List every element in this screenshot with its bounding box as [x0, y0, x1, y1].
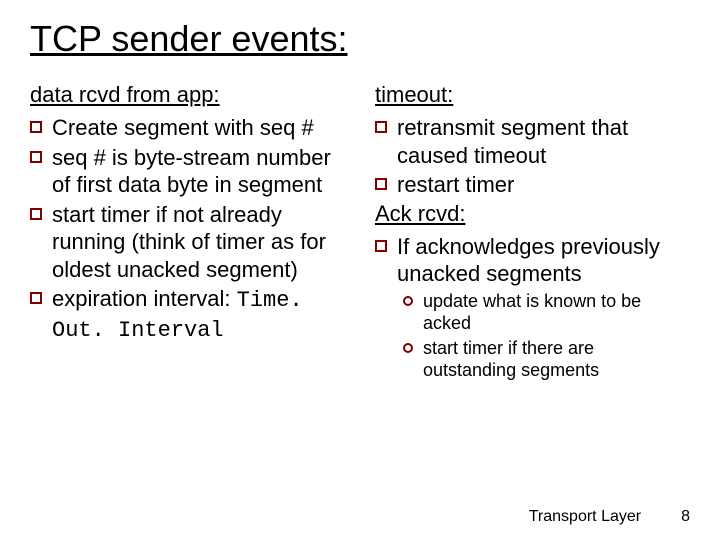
right-column: timeout: retransmit segment that caused …	[375, 80, 690, 384]
sub-bullet-text: start timer if there are outstanding seg…	[423, 337, 690, 382]
slide-footer: Transport Layer 8	[529, 508, 690, 526]
slide-title: TCP sender events:	[30, 18, 690, 60]
bullet-text: restart timer	[397, 171, 690, 199]
bullet-text: start timer if not already running (thin…	[52, 201, 345, 284]
bullet-text: Create segment with seq #	[52, 114, 345, 142]
bullet-text-pre: expiration interval:	[52, 286, 237, 311]
circle-bullet-icon	[403, 296, 413, 306]
right-heading-ack: Ack rcvd:	[375, 201, 690, 227]
bullet-text: retransmit segment that caused timeout	[397, 114, 690, 169]
right-heading-timeout: timeout:	[375, 82, 690, 108]
sub-bullet-text: update what is known to be acked	[423, 290, 690, 335]
content-columns: data rcvd from app: Create segment with …	[30, 80, 690, 384]
list-item: retransmit segment that caused timeout	[375, 114, 690, 169]
square-bullet-icon	[30, 121, 42, 133]
sub-list-item: start timer if there are outstanding seg…	[403, 337, 690, 382]
left-heading: data rcvd from app:	[30, 82, 345, 108]
square-bullet-icon	[30, 151, 42, 163]
list-item: If acknowledges previously unacked segme…	[375, 233, 690, 288]
page-number: 8	[681, 508, 690, 526]
square-bullet-icon	[375, 121, 387, 133]
bullet-text: expiration interval: Time. Out. Interval	[52, 285, 345, 344]
list-item: restart timer	[375, 171, 690, 199]
square-bullet-icon	[375, 240, 387, 252]
square-bullet-icon	[30, 292, 42, 304]
bullet-text: seq # is byte-stream number of first dat…	[52, 144, 345, 199]
list-item: expiration interval: Time. Out. Interval	[30, 285, 345, 344]
circle-bullet-icon	[403, 343, 413, 353]
bullet-text: If acknowledges previously unacked segme…	[397, 233, 690, 288]
list-item: seq # is byte-stream number of first dat…	[30, 144, 345, 199]
list-item: start timer if not already running (thin…	[30, 201, 345, 284]
sub-list-item: update what is known to be acked	[403, 290, 690, 335]
square-bullet-icon	[375, 178, 387, 190]
footer-label: Transport Layer	[529, 508, 641, 526]
square-bullet-icon	[30, 208, 42, 220]
list-item: Create segment with seq #	[30, 114, 345, 142]
left-column: data rcvd from app: Create segment with …	[30, 80, 345, 384]
